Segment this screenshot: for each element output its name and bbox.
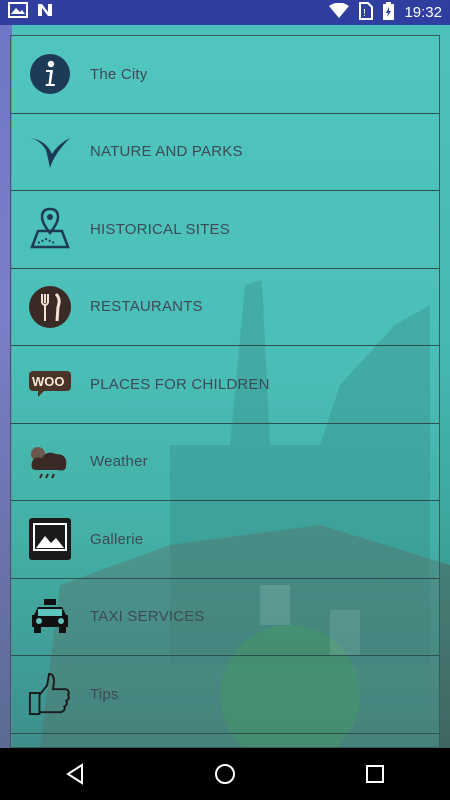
status-bar: ! 19:32 (0, 0, 450, 25)
leaf-bird-icon (28, 130, 72, 174)
battery-charging-icon (383, 1, 395, 24)
menu-item-taxi-services[interactable]: TAXI SERVICES (11, 579, 439, 656)
map-pin-icon (28, 207, 72, 251)
menu-item-restaurants[interactable]: RESTAURANTS (11, 269, 439, 346)
storm-cloud-icon (28, 440, 72, 484)
menu-item-label: Weather (90, 453, 148, 471)
woo-icon: WOO (28, 362, 72, 406)
home-icon[interactable] (205, 754, 245, 794)
menu-item-weather[interactable]: Weather (11, 424, 439, 501)
back-icon[interactable] (55, 754, 95, 794)
menu-item-nature-and-parks[interactable]: NATURE AND PARKS (11, 114, 439, 191)
wifi-icon (329, 2, 350, 22)
clock: 19:32 (404, 4, 442, 21)
thumbs-up-icon (28, 672, 72, 716)
menu-item-label: Tips (90, 685, 119, 703)
n-app-notification-icon (36, 2, 54, 23)
menu-item-label: PLACES FOR CHILDREN (90, 375, 270, 393)
menu-item-label: TAXI SERVICES (90, 608, 205, 626)
no-sim-icon: ! (359, 1, 374, 24)
menu-item-label: RESTAURANTS (90, 298, 203, 316)
background-image: The City NATURE AND PARKS HISTORICAL SIT… (0, 25, 450, 748)
menu-item-historical-sites[interactable]: HISTORICAL SITES (11, 191, 439, 269)
recents-icon[interactable] (355, 754, 395, 794)
picture-icon (28, 517, 72, 561)
svg-text:!: ! (363, 8, 366, 19)
photos-notification-icon (8, 2, 28, 23)
menu-item-places-for-children[interactable]: WOO PLACES FOR CHILDREN (11, 346, 439, 424)
svg-text:WOO: WOO (32, 374, 65, 389)
menu-item-label: NATURE AND PARKS (90, 143, 243, 161)
menu-item-label: The City (90, 65, 148, 83)
taxi-icon (28, 595, 72, 639)
cutlery-icon (28, 285, 72, 329)
info-icon (28, 52, 72, 96)
navigation-bar (0, 748, 450, 800)
main-menu: The City NATURE AND PARKS HISTORICAL SIT… (10, 35, 440, 748)
menu-item-gallerie[interactable]: Gallerie (11, 501, 439, 579)
menu-item-label: HISTORICAL SITES (90, 220, 230, 238)
menu-item-tips[interactable]: Tips (11, 656, 439, 734)
menu-item-label: Gallerie (90, 530, 144, 548)
menu-item-the-city[interactable]: The City (11, 36, 439, 114)
